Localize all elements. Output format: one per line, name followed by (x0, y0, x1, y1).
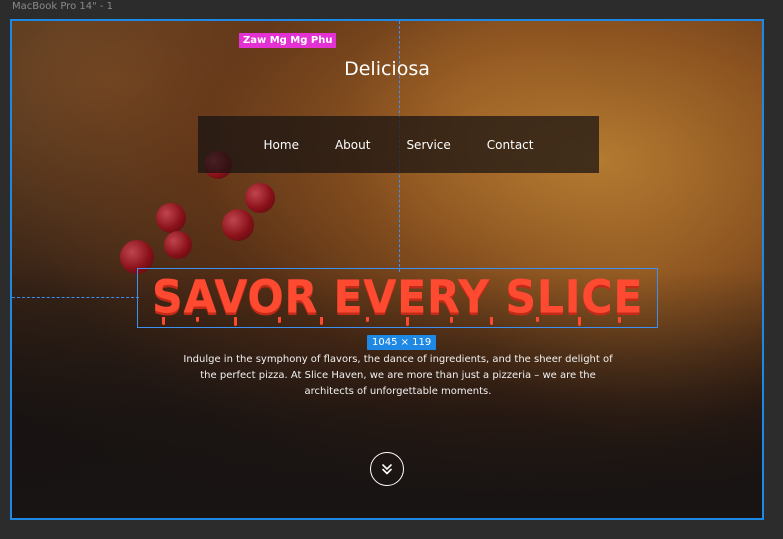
nav-contact[interactable]: Contact (487, 138, 534, 152)
drip (196, 317, 199, 322)
drip (278, 317, 281, 323)
site-brand[interactable]: Deliciosa (12, 58, 762, 80)
drip (366, 317, 369, 322)
drip (320, 317, 323, 325)
nav-about[interactable]: About (335, 138, 370, 152)
drip (234, 317, 237, 326)
headline-selection-box[interactable]: SAVOR EVERY SLICE (137, 268, 658, 328)
drip (536, 317, 539, 322)
hero-description: Indulge in the symphony of flavors, the … (183, 354, 613, 397)
scroll-down-button[interactable] (370, 452, 404, 486)
navigation-bar: Home About Service Contact (198, 116, 599, 173)
drip (618, 317, 621, 323)
double-chevron-down-icon (382, 464, 392, 475)
drip (490, 317, 493, 325)
selection-dimensions-badge: 1045 × 119 (367, 335, 437, 350)
drip (162, 317, 165, 325)
horizontal-guide (12, 297, 139, 298)
drip (578, 317, 581, 326)
collaborator-cursor-tag: Zaw Mg Mg Phu (239, 33, 337, 48)
nav-home[interactable]: Home (264, 138, 299, 152)
drip (406, 317, 409, 326)
nav-service[interactable]: Service (406, 138, 450, 152)
frame-title[interactable]: MacBook Pro 14" - 1 (12, 1, 113, 12)
drip (450, 317, 453, 323)
artboard-frame[interactable]: Zaw Mg Mg Phu Deliciosa Home About Servi… (10, 19, 764, 520)
